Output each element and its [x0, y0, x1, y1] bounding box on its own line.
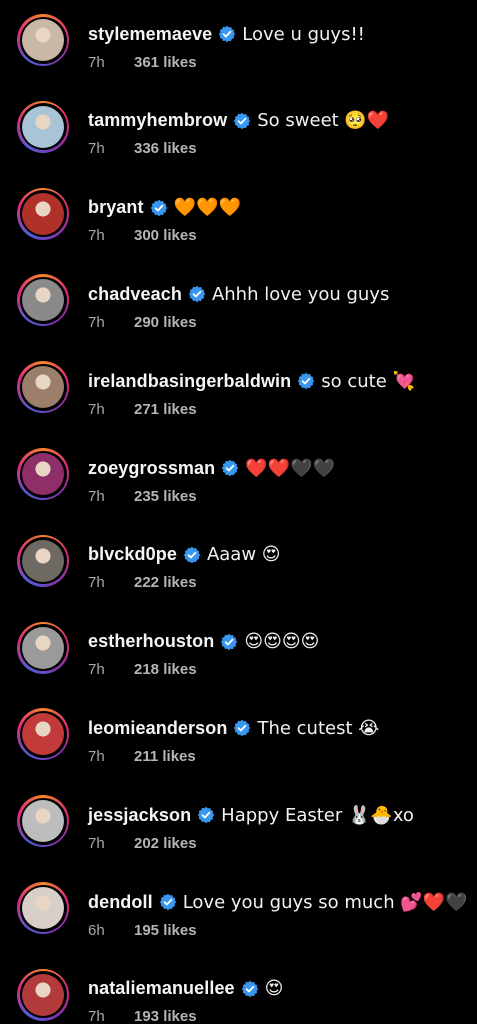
timestamp: 7h: [88, 1008, 105, 1024]
avatar-story-ring[interactable]: [17, 361, 69, 414]
timestamp: 7h: [88, 140, 105, 158]
username[interactable]: blvckd0pe: [88, 544, 177, 565]
username[interactable]: estherhouston: [88, 631, 214, 652]
avatar: [22, 366, 64, 409]
likes-count[interactable]: 336 likes: [134, 140, 197, 157]
username[interactable]: bryant: [88, 197, 144, 218]
verified-badge-icon: [233, 112, 251, 130]
avatar-story-ring[interactable]: [17, 448, 69, 500]
comment-row[interactable]: nataliemanuellee 😍 7h 193 likes: [0, 963, 477, 1024]
likes-count[interactable]: 222 likes: [134, 574, 197, 591]
comment-text: 😍: [264, 978, 284, 1000]
avatar: [22, 192, 64, 235]
avatar-story-ring[interactable]: [17, 968, 69, 1021]
comment-row[interactable]: zoeygrossman ❤️❤️🖤🖤 7h 235 likes: [0, 442, 477, 529]
username[interactable]: tammyhembrow: [88, 110, 227, 131]
likes-count[interactable]: 218 likes: [134, 661, 197, 678]
likes-count[interactable]: 361 likes: [134, 54, 197, 71]
likes-count[interactable]: 202 likes: [134, 835, 197, 852]
avatar: [22, 453, 64, 495]
avatar: [22, 19, 64, 61]
comment-row[interactable]: chadveach Ahhh love you guys 7h 290 like…: [0, 268, 477, 355]
comment-text: So sweet 🥺❤️: [257, 110, 390, 132]
avatar-story-ring[interactable]: [17, 882, 69, 934]
timestamp: 7h: [88, 574, 105, 592]
comment-text: Aaaw 😍: [206, 544, 281, 566]
verified-badge-icon: [188, 286, 206, 303]
comment-row[interactable]: estherhouston 😍😍😍😍 7h 218 likes: [0, 616, 477, 703]
comment-row[interactable]: irelandbasingerbaldwin so cute 💘 7h 271 …: [0, 355, 477, 442]
verified-badge-icon: [219, 25, 236, 43]
comment-text: so cute 💘: [321, 370, 415, 392]
timestamp: 7h: [88, 400, 105, 418]
timestamp: 6h: [88, 921, 105, 939]
avatar-story-ring[interactable]: [17, 274, 69, 327]
comment-text: 🧡🧡🧡: [173, 197, 241, 219]
comment-row[interactable]: tammyhembrow So sweet 🥺❤️ 7h 336 likes: [0, 95, 477, 182]
likes-count[interactable]: 211 likes: [134, 748, 196, 765]
comment-text: ❤️❤️🖤🖤: [245, 457, 335, 479]
avatar: [22, 887, 64, 929]
verified-badge-icon: [234, 720, 251, 737]
comment-row[interactable]: stylememaeve Love u guys!! 7h 361 likes: [0, 8, 477, 95]
likes-count[interactable]: 300 likes: [134, 227, 197, 244]
username[interactable]: chadveach: [88, 284, 182, 305]
verified-badge-icon: [222, 459, 239, 477]
avatar: [22, 973, 64, 1016]
avatar: [22, 105, 64, 148]
comment-row[interactable]: bryant 🧡🧡🧡 7h 300 likes: [0, 182, 477, 269]
username[interactable]: jessjackson: [88, 805, 191, 826]
likes-count[interactable]: 195 likes: [134, 922, 197, 939]
timestamp: 7h: [88, 313, 105, 331]
comment-row[interactable]: leomieanderson The cutest 😭 7h 211 likes: [0, 702, 477, 789]
verified-badge-icon: [197, 806, 215, 824]
avatar-story-ring[interactable]: [17, 14, 69, 66]
timestamp: 7h: [88, 834, 105, 852]
avatar-story-ring[interactable]: [17, 100, 69, 153]
avatar: [22, 626, 64, 669]
avatar-story-ring[interactable]: [17, 708, 69, 761]
timestamp: 7h: [88, 487, 105, 505]
verified-badge-icon: [221, 633, 238, 650]
avatar-story-ring[interactable]: [17, 795, 69, 848]
comment-text: Love you guys so much 💕❤️🖤: [182, 891, 468, 913]
timestamp: 7h: [88, 747, 105, 765]
comment-row[interactable]: blvckd0pe Aaaw 😍 7h 222 likes: [0, 529, 477, 616]
comment-text: Ahhh love you guys: [211, 283, 390, 305]
likes-count[interactable]: 193 likes: [134, 1008, 197, 1024]
avatar: [22, 539, 64, 582]
likes-count[interactable]: 235 likes: [134, 488, 197, 505]
likes-count[interactable]: 290 likes: [134, 314, 197, 331]
avatar-story-ring[interactable]: [17, 187, 69, 240]
avatar-story-ring[interactable]: [17, 534, 69, 587]
verified-badge-icon: [183, 546, 201, 564]
avatar: [22, 279, 64, 322]
comment-text: The cutest 😭: [257, 717, 380, 739]
comment-row[interactable]: dendoll Love you guys so much 💕❤️🖤 6h 19…: [0, 876, 477, 963]
likes-count[interactable]: 271 likes: [134, 401, 197, 418]
comment-text: Love u guys!!: [242, 23, 365, 45]
verified-badge-icon: [298, 372, 315, 390]
avatar-story-ring[interactable]: [17, 621, 69, 674]
username[interactable]: stylememaeve: [88, 24, 212, 45]
timestamp: 7h: [88, 53, 105, 71]
username[interactable]: nataliemanuellee: [88, 978, 235, 999]
verified-badge-icon: [150, 199, 167, 216]
username[interactable]: irelandbasingerbaldwin: [88, 371, 291, 392]
timestamp: 7h: [88, 661, 105, 679]
comment-row[interactable]: jessjackson Happy Easter 🐰🐣xo 7h 202 lik…: [0, 789, 477, 876]
verified-badge-icon: [159, 893, 176, 911]
timestamp: 7h: [88, 227, 105, 245]
avatar: [22, 713, 64, 756]
verified-badge-icon: [241, 980, 258, 998]
username[interactable]: zoeygrossman: [88, 458, 215, 479]
comment-text: 😍😍😍😍: [244, 631, 320, 653]
username[interactable]: dendoll: [88, 892, 153, 913]
avatar: [22, 800, 64, 843]
comment-text: Happy Easter 🐰🐣xo: [221, 804, 414, 826]
username[interactable]: leomieanderson: [88, 718, 227, 739]
